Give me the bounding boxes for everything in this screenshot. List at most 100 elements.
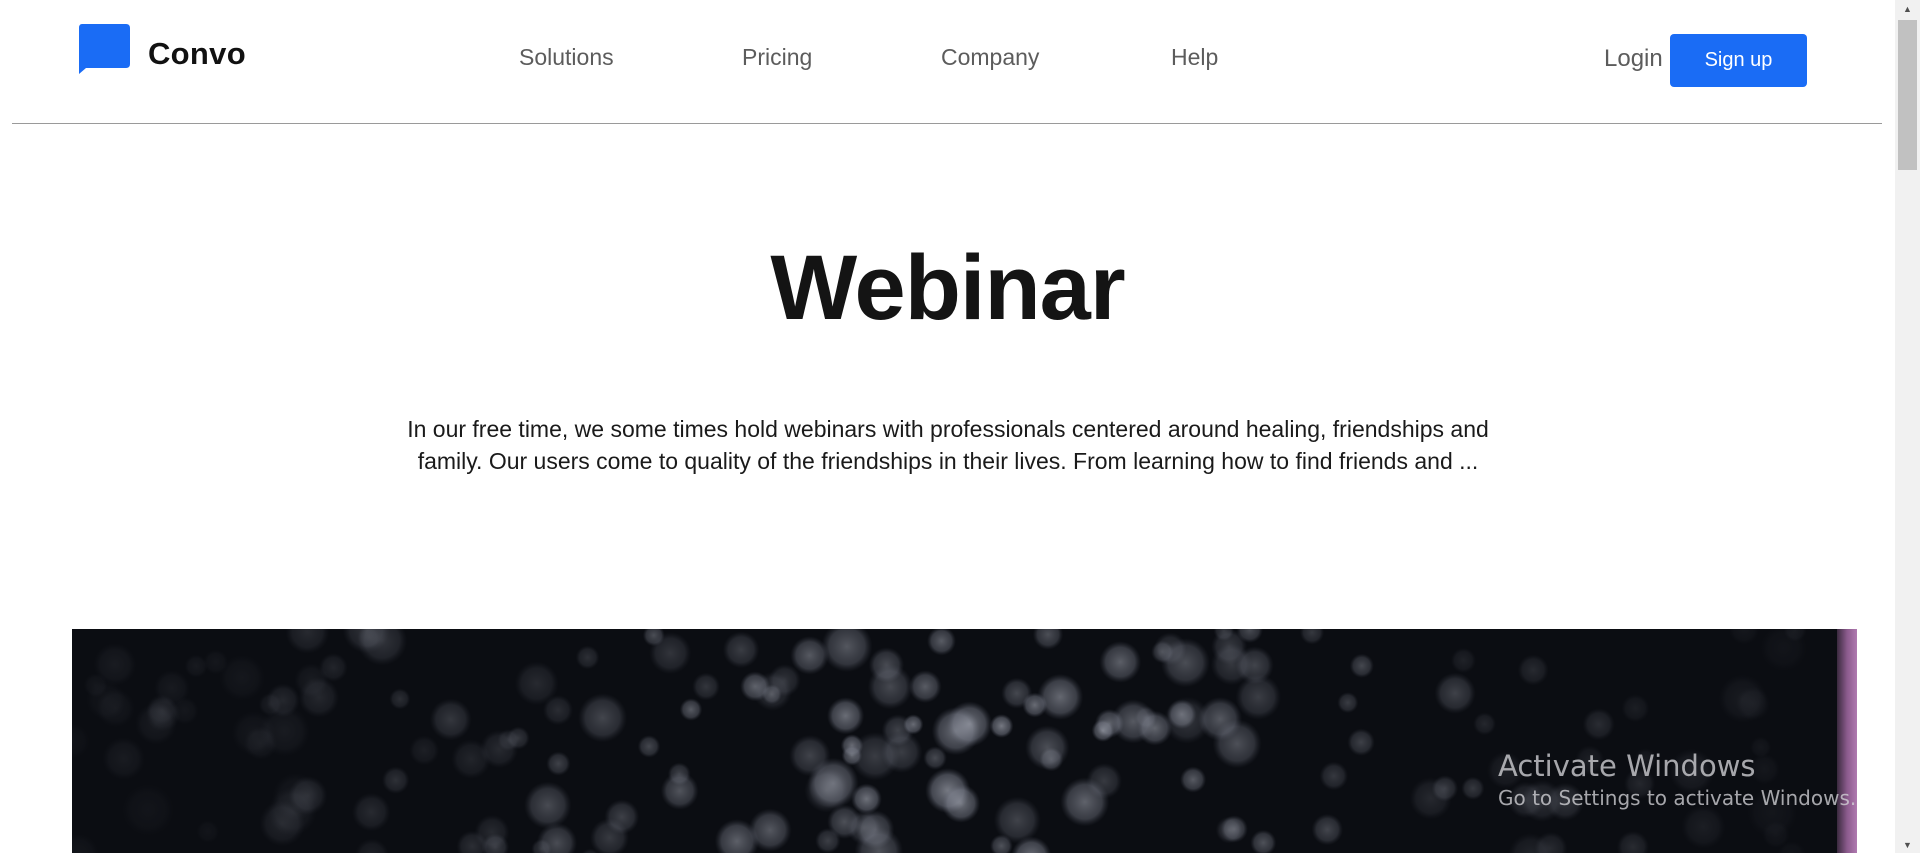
bokeh-dot <box>1621 694 1650 723</box>
bokeh-dot <box>1349 653 1374 678</box>
login-link[interactable]: Login <box>1604 45 1663 73</box>
bokeh-dot <box>355 838 389 853</box>
bokeh-dot <box>1215 816 1243 844</box>
bokeh-dot <box>451 739 491 779</box>
bokeh-dot <box>1235 674 1282 720</box>
main-nav: Solutions Pricing Company Help <box>12 44 1882 76</box>
bokeh-dot <box>1409 777 1452 820</box>
bokeh-dot <box>546 751 571 776</box>
hero-description: In our free time, we some times hold web… <box>407 416 1489 474</box>
scroll-down-arrow-icon[interactable]: ▼ <box>1895 836 1920 853</box>
bokeh-dot <box>1728 629 1760 645</box>
bokeh-dot <box>1025 725 1070 770</box>
hero-banner-image <box>72 629 1857 853</box>
bokeh-dot <box>1099 641 1142 683</box>
bokeh-dot <box>1037 673 1084 720</box>
bokeh-dot <box>1623 767 1656 800</box>
bokeh-dot <box>1337 692 1359 714</box>
bokeh-dot <box>1521 779 1563 822</box>
bokeh-dot <box>524 781 572 829</box>
bokeh-dot <box>122 784 174 836</box>
bokeh-dot <box>1032 629 1064 650</box>
bokeh-dot <box>908 670 942 703</box>
bokeh-dot <box>604 799 640 835</box>
bokeh-dot <box>578 693 628 743</box>
banner-edge <box>1837 629 1857 853</box>
bokeh-dot <box>846 810 881 845</box>
bokeh-dot <box>266 683 300 718</box>
bokeh-dot <box>927 629 956 656</box>
bokeh-dot <box>790 636 829 675</box>
bokeh-dot <box>804 767 849 813</box>
bokeh-dot <box>1250 829 1277 853</box>
bokeh-dot <box>1634 748 1658 772</box>
bokeh-dot <box>1486 751 1525 789</box>
nav-item-company[interactable]: Company <box>941 44 1039 71</box>
bokeh-dot <box>259 800 306 847</box>
nav-item-pricing[interactable]: Pricing <box>742 44 812 71</box>
bokeh-dot <box>1434 672 1476 714</box>
scroll-up-arrow-icon[interactable]: ▲ <box>1895 0 1920 17</box>
bokeh-dot <box>72 723 90 759</box>
bokeh-dot <box>827 697 865 735</box>
bokeh-dot <box>1681 804 1726 849</box>
bokeh-dot <box>1461 776 1485 800</box>
bokeh-dot <box>196 820 220 843</box>
bokeh-dot <box>880 731 923 773</box>
bokeh-dot <box>815 828 841 853</box>
page: Convo Solutions Pricing Company Help Log… <box>0 0 1920 853</box>
bokeh-dot <box>184 654 208 678</box>
bokeh-dot <box>748 808 792 852</box>
page-title: Webinar <box>770 237 1125 339</box>
bokeh-dot <box>692 672 720 701</box>
bokeh-dot <box>1180 766 1207 793</box>
bokeh-dot <box>1473 712 1496 736</box>
nav-item-help[interactable]: Help <box>1171 44 1218 71</box>
bokeh-dot <box>637 735 661 758</box>
bokeh-dot <box>753 671 792 711</box>
bokeh-dot <box>1669 748 1715 794</box>
bokeh-dot <box>1311 813 1344 846</box>
bokeh-dot <box>1760 629 1807 672</box>
bokeh-dot <box>542 695 574 726</box>
bokeh-dot <box>1347 728 1375 756</box>
bokeh-dot <box>409 735 440 766</box>
bokeh-dot <box>497 729 520 752</box>
bokeh-dot <box>96 688 135 728</box>
bokeh-dot <box>1299 629 1325 645</box>
bokeh-dot <box>821 629 873 672</box>
bokeh-dot <box>1163 696 1211 744</box>
bokeh-dot <box>989 714 1014 738</box>
bokeh-dot <box>1060 777 1110 827</box>
bokeh-dot <box>1582 708 1615 741</box>
site-header: Convo Solutions Pricing Company Help Log… <box>12 0 1882 124</box>
bokeh-dot <box>1517 654 1549 686</box>
signup-button[interactable]: Sign up <box>1670 34 1807 87</box>
bokeh-dot <box>102 737 145 780</box>
nav-item-solutions[interactable]: Solutions <box>519 44 614 71</box>
bokeh-dot <box>285 629 330 654</box>
bokeh-dot <box>722 631 760 669</box>
bokeh-dot <box>389 688 411 710</box>
bokeh-dot <box>1616 830 1649 853</box>
bokeh-dot <box>429 698 472 741</box>
bokeh-dot <box>382 766 410 794</box>
bokeh-dot <box>1749 753 1780 785</box>
bokeh-dot <box>1160 638 1210 688</box>
bokeh-dot <box>1450 647 1476 673</box>
bokeh-dot <box>649 632 692 675</box>
vertical-scrollbar[interactable]: ▲ ▼ <box>1895 0 1920 853</box>
bokeh-dot <box>679 698 703 721</box>
bokeh-dot <box>946 701 993 747</box>
bokeh-dot <box>841 745 863 766</box>
bokeh-dot <box>231 711 276 756</box>
bokeh-dot <box>1319 761 1349 791</box>
bokeh-dot <box>867 664 913 710</box>
scroll-thumb[interactable] <box>1898 20 1917 170</box>
bokeh-dot <box>219 655 265 701</box>
bokeh-dot <box>1001 677 1033 709</box>
bokeh-dot <box>1575 745 1605 775</box>
bokeh-dot <box>941 784 981 823</box>
bokeh-dot <box>154 670 190 706</box>
bokeh-dot <box>660 772 699 810</box>
